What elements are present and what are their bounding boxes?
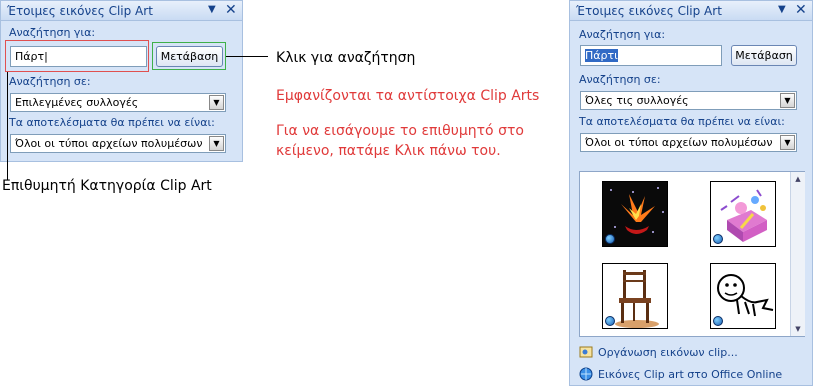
results-type-select[interactable]: Όλοι οι τύποι αρχείων πολυμέσων ▼: [580, 133, 797, 152]
results-type-label: Τα αποτελέσματα θα πρέπει να είναι:: [9, 116, 215, 129]
left-pane-title: Έτοιμες εικόνες Clip Art: [7, 4, 153, 18]
connector-go-button: [226, 56, 268, 57]
annotation-insert-line1: Για να εισάγουμε το επιθυμητό στο: [276, 123, 524, 139]
clipart-thumb-chair[interactable]: [602, 263, 668, 329]
search-input-selected-text: Πάρτι: [585, 49, 618, 62]
search-input-highlight: [5, 40, 149, 72]
online-globe-icon: [605, 234, 615, 244]
search-in-label: Αναζήτηση σε:: [9, 75, 91, 88]
dropdown-arrow-icon[interactable]: ▼: [780, 135, 795, 150]
search-in-select[interactable]: Όλες τις συλλογές ▼: [580, 91, 797, 110]
close-icon[interactable]: ✕: [225, 2, 237, 18]
search-in-value: Όλες τις συλλογές: [585, 94, 689, 107]
results-type-value: Όλοι οι τύποι αρχείων πολυμέσων: [15, 137, 203, 150]
organize-clips-link[interactable]: Οργάνωση εικόνων clip...: [598, 346, 738, 359]
left-clipart-pane: Έτοιμες εικόνες Clip Art ▼ ✕ Αναζήτηση γ…: [0, 0, 243, 162]
search-in-select[interactable]: Επιλεγμένες συλλογές ▼: [10, 93, 226, 112]
results-type-label: Τα αποτελέσματα θα πρέπει να είναι:: [579, 115, 785, 128]
pane-menu-chevron-icon[interactable]: ▼: [778, 4, 786, 15]
search-in-label: Αναζήτηση σε:: [579, 73, 661, 86]
dropdown-arrow-icon[interactable]: ▼: [780, 93, 795, 108]
scroll-up-icon[interactable]: ▲: [791, 172, 805, 186]
office-online-icon: [579, 367, 593, 381]
close-icon[interactable]: ✕: [795, 2, 807, 18]
online-globe-icon: [713, 234, 723, 244]
results-scrollbar[interactable]: ▲ ▼: [790, 172, 805, 336]
scroll-down-icon[interactable]: ▼: [791, 322, 805, 336]
clipart-thumb-cartoon[interactable]: [710, 263, 776, 329]
go-button[interactable]: Μετάβαση: [731, 45, 797, 66]
annotation-category: Επιθυμητή Κατηγορία Clip Art: [2, 178, 212, 194]
search-input[interactable]: Πάρτι: [580, 45, 722, 66]
left-pane-titlebar: Έτοιμες εικόνες Clip Art ▼ ✕: [1, 1, 242, 21]
go-button-highlight: [152, 42, 226, 70]
results-type-value: Όλοι οι τύποι αρχείων πολυμέσων: [585, 136, 773, 149]
office-online-link[interactable]: Εικόνες Clip art στο Office Online: [598, 368, 782, 381]
search-for-label: Αναζήτηση για:: [579, 28, 666, 41]
clipart-results[interactable]: ▲ ▼: [579, 171, 805, 337]
pane-menu-chevron-icon[interactable]: ▼: [208, 4, 216, 15]
search-in-value: Επιλεγμένες συλλογές: [15, 96, 139, 109]
right-pane-titlebar: Έτοιμες εικόνες Clip Art ▼ ✕: [570, 1, 812, 21]
results-type-select[interactable]: Όλοι οι τύποι αρχείων πολυμέσων ▼: [10, 134, 226, 153]
annotation-click-search: Κλικ για αναζήτηση: [276, 50, 416, 66]
clipart-thumb-party-gift[interactable]: [710, 181, 776, 247]
annotation-clip-arts-shown: Εμφανίζονται τα αντίστοιχα Clip Arts: [276, 88, 540, 104]
dropdown-arrow-icon[interactable]: ▼: [209, 95, 224, 110]
online-globe-icon: [605, 316, 615, 326]
search-for-label: Αναζήτηση για:: [9, 26, 96, 39]
connector-category-v: [7, 72, 8, 180]
online-globe-icon: [713, 316, 723, 326]
dropdown-arrow-icon[interactable]: ▼: [209, 136, 224, 151]
clipart-thumb-fireworks[interactable]: [602, 181, 668, 247]
right-pane-title: Έτοιμες εικόνες Clip Art: [576, 4, 722, 18]
annotation-insert-line2: κείμενο, πατάμε Κλικ πάνω του.: [276, 143, 501, 159]
organize-clips-icon: [579, 346, 593, 358]
right-clipart-pane: Έτοιμες εικόνες Clip Art ▼ ✕ Αναζήτηση γ…: [569, 0, 813, 386]
